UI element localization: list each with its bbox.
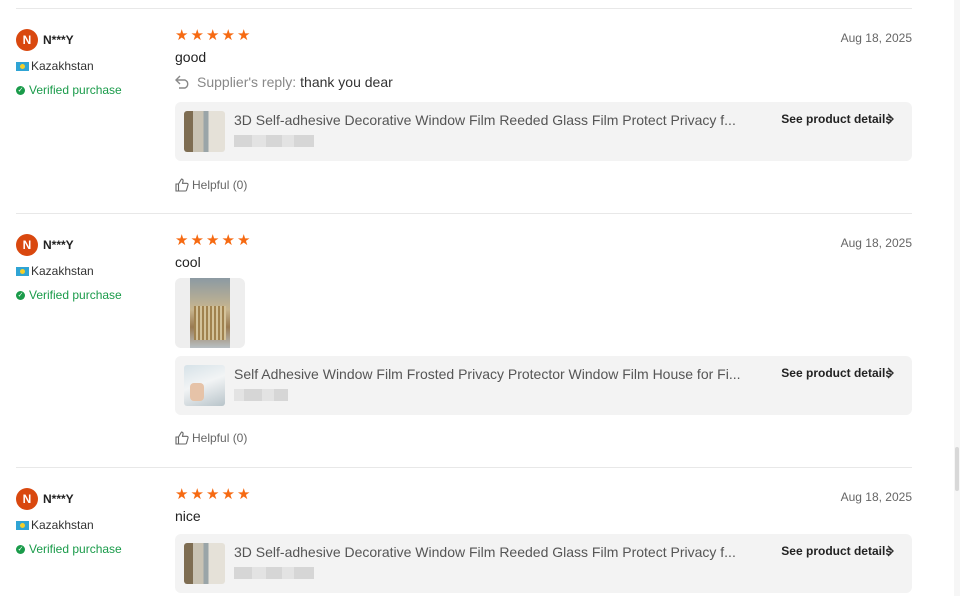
buyer-country: Kazakhstan <box>31 59 94 73</box>
check-circle-icon: ✓ <box>16 290 25 300</box>
review-date: Aug 18, 2025 <box>840 490 912 504</box>
kazakhstan-flag-icon <box>16 520 29 530</box>
chevron-right-icon[interactable] <box>886 545 894 557</box>
product-card[interactable]: 3D Self-adhesive Decorative Window Film … <box>175 102 912 161</box>
helpful-button[interactable]: Helpful (0) <box>175 430 912 446</box>
see-product-details-link[interactable]: See product details <box>781 544 892 558</box>
chevron-right-icon[interactable] <box>886 113 894 125</box>
thumbs-up-icon[interactable] <box>175 178 189 192</box>
review-date: Aug 18, 2025 <box>840 236 912 250</box>
verified-purchase-label: Verified purchase <box>29 542 122 556</box>
star-icon: ★ <box>190 27 204 44</box>
star-rating: ★ ★ ★ ★ ★ <box>175 27 912 44</box>
reply-arrow-icon <box>175 75 189 89</box>
avatar: N <box>16 29 38 51</box>
supplier-reply-text: thank you dear <box>300 74 393 90</box>
buyer-country: Kazakhstan <box>31 518 94 532</box>
supplier-reply-label: Supplier's reply: <box>197 74 297 90</box>
see-product-details-link[interactable]: See product details <box>781 112 892 126</box>
product-thumbnail[interactable] <box>184 111 225 152</box>
kazakhstan-flag-icon <box>16 61 29 71</box>
star-icon: ★ <box>221 486 235 503</box>
review-text: nice <box>175 508 201 524</box>
buyer-country: Kazakhstan <box>31 264 94 278</box>
buyer-info: N N***Y Kazakhstan ✓ Verified purchase <box>16 29 166 97</box>
star-icon: ★ <box>175 486 189 503</box>
scrollbar-thumb[interactable] <box>955 447 959 491</box>
review-content: ★ ★ ★ ★ ★ Aug 18, 2025 cool Self Adhesiv… <box>175 232 912 446</box>
review-divider <box>16 213 912 214</box>
star-icon: ★ <box>206 486 220 503</box>
product-variant-blurred <box>234 567 314 579</box>
chevron-right-icon[interactable] <box>886 367 894 379</box>
helpful-count[interactable]: Helpful (0) <box>192 431 247 445</box>
product-title[interactable]: Self Adhesive Window Film Frosted Privac… <box>234 366 754 382</box>
product-thumbnail[interactable] <box>184 365 225 406</box>
product-title[interactable]: 3D Self-adhesive Decorative Window Film … <box>234 112 754 128</box>
kazakhstan-flag-icon <box>16 266 29 276</box>
buyer-name: N***Y <box>43 492 74 506</box>
top-divider <box>16 8 912 9</box>
avatar: N <box>16 234 38 256</box>
review-divider <box>16 467 912 468</box>
star-icon: ★ <box>221 232 235 249</box>
star-icon: ★ <box>237 486 251 503</box>
review-content: ★ ★ ★ ★ ★ Aug 18, 2025 good Supplier's r… <box>175 27 912 193</box>
product-title[interactable]: 3D Self-adhesive Decorative Window Film … <box>234 544 754 560</box>
product-card[interactable]: 3D Self-adhesive Decorative Window Film … <box>175 534 912 593</box>
star-icon: ★ <box>175 27 189 44</box>
avatar: N <box>16 488 38 510</box>
check-circle-icon: ✓ <box>16 544 25 554</box>
star-icon: ★ <box>206 27 220 44</box>
product-thumbnail[interactable] <box>184 543 225 584</box>
review-date: Aug 18, 2025 <box>840 31 912 45</box>
thumbs-up-icon[interactable] <box>175 431 189 445</box>
star-icon: ★ <box>237 232 251 249</box>
star-icon: ★ <box>237 27 251 44</box>
star-icon: ★ <box>190 232 204 249</box>
review-text: cool <box>175 254 201 270</box>
buyer-info: N N***Y Kazakhstan ✓ Verified purchase <box>16 488 166 556</box>
scrollbar-track[interactable] <box>954 0 960 596</box>
review-photo[interactable] <box>175 278 245 348</box>
star-icon: ★ <box>206 232 220 249</box>
buyer-name: N***Y <box>43 238 74 252</box>
buyer-info: N N***Y Kazakhstan ✓ Verified purchase <box>16 234 166 302</box>
star-rating: ★ ★ ★ ★ ★ <box>175 486 912 503</box>
helpful-count[interactable]: Helpful (0) <box>192 178 247 192</box>
product-variant-blurred <box>234 389 288 401</box>
star-icon: ★ <box>175 232 189 249</box>
star-rating: ★ ★ ★ ★ ★ <box>175 232 912 249</box>
verified-purchase-label: Verified purchase <box>29 83 122 97</box>
check-circle-icon: ✓ <box>16 85 25 95</box>
product-card[interactable]: Self Adhesive Window Film Frosted Privac… <box>175 356 912 415</box>
verified-purchase-label: Verified purchase <box>29 288 122 302</box>
supplier-reply: Supplier's reply: thank you dear <box>175 74 912 90</box>
star-icon: ★ <box>190 486 204 503</box>
review-text: good <box>175 49 207 65</box>
product-variant-blurred <box>234 135 314 147</box>
see-product-details-link[interactable]: See product details <box>781 366 892 380</box>
buyer-name: N***Y <box>43 33 74 47</box>
review-content: ★ ★ ★ ★ ★ Aug 18, 2025 nice 3D Self-adhe… <box>175 486 912 593</box>
star-icon: ★ <box>221 27 235 44</box>
helpful-button[interactable]: Helpful (0) <box>175 177 912 193</box>
